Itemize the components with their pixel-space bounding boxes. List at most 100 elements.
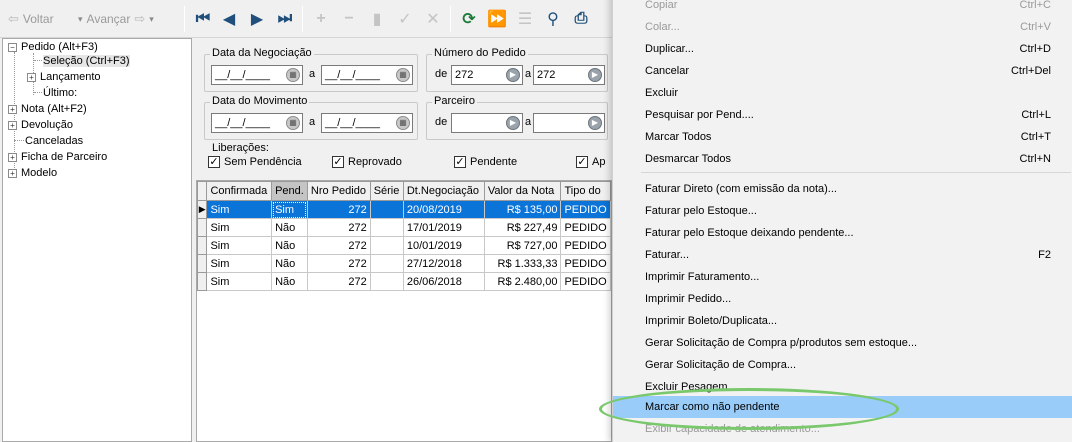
table-cell[interactable]: 272 — [306, 200, 371, 219]
list-icon[interactable]: ☰ — [514, 8, 536, 30]
back-button[interactable]: ⇦ Voltar — [8, 8, 54, 30]
confirm-icon[interactable]: ✓ — [394, 8, 416, 30]
add-icon[interactable]: + — [310, 8, 332, 30]
parceiro-to-input[interactable]: ▶ — [533, 113, 605, 133]
table-cell[interactable]: 10/01/2019 — [402, 236, 485, 255]
table-cell[interactable] — [369, 236, 404, 255]
table-cell[interactable]: 272 — [306, 254, 371, 273]
calendar-icon[interactable]: ▦ — [396, 116, 410, 130]
table-row[interactable]: Sim Não 272 17/01/2019 R$ 227,49 PEDIDO — [197, 218, 611, 237]
table-cell[interactable]: 272 — [306, 218, 371, 237]
table-cell[interactable]: 20/08/2019 — [402, 200, 485, 219]
delete-icon[interactable]: ▮ — [366, 8, 388, 30]
column-header[interactable]: Nro Pedido — [306, 181, 371, 201]
numero-from-input[interactable]: 272 ▶ — [451, 65, 523, 85]
column-header[interactable]: Pend. — [271, 181, 308, 201]
forward-button[interactable]: ▾ Avançar ⇨ ▾ — [78, 8, 154, 30]
menu-item-faturar[interactable]: Faturar... F2 — [613, 244, 1072, 266]
menu-item-marcar-todos[interactable]: Marcar Todos Ctrl+T — [613, 126, 1072, 148]
table-cell[interactable]: Sim — [206, 218, 273, 237]
menu-item-faturar-direto[interactable]: Faturar Direto (com emissão da nota)... — [613, 178, 1072, 200]
checkbox-aprovado[interactable]: ✓ Ap — [576, 155, 605, 169]
menu-item-exibir-capacidade[interactable]: Exibir capacidade de atendimento... — [613, 418, 1072, 440]
tree-item-nota[interactable]: + Nota (Alt+F2) — [8, 101, 87, 117]
table-cell[interactable]: Não — [271, 272, 308, 291]
menu-item-gerar-solicitacao[interactable]: Gerar Solicitação de Compra... — [613, 354, 1072, 376]
expand-icon[interactable]: + — [8, 152, 17, 162]
expand-icon[interactable]: + — [8, 168, 17, 178]
table-cell[interactable]: Sim — [206, 236, 273, 255]
tree-item-devolucao[interactable]: + Devolução — [8, 117, 73, 133]
table-cell[interactable]: Não — [271, 236, 308, 255]
table-row[interactable]: Sim Não 272 27/12/2018 R$ 1.333,33 PEDID… — [197, 254, 611, 273]
next-record-icon[interactable]: ▶ — [246, 8, 268, 30]
lookup-icon[interactable]: ▶ — [588, 68, 602, 82]
tree-item-modelo[interactable]: + Modelo — [8, 165, 57, 181]
expand-icon[interactable]: + — [27, 72, 36, 82]
menu-item-excluir[interactable]: Excluir — [613, 82, 1072, 104]
table-row[interactable]: Sim Não 272 26/06/2018 R$ 2.480,00 PEDID… — [197, 272, 611, 291]
table-cell[interactable]: Sim — [271, 200, 308, 219]
parceiro-from-input[interactable]: ▶ — [451, 113, 523, 133]
lookup-icon[interactable]: ▶ — [506, 68, 520, 82]
refresh-icon[interactable]: ⟳ — [458, 8, 480, 30]
table-cell[interactable]: 272 — [306, 272, 371, 291]
calendar-icon[interactable]: ▦ — [396, 68, 410, 82]
table-cell[interactable]: R$ 135,00 — [483, 200, 562, 219]
table-cell[interactable]: Não — [271, 254, 308, 273]
table-cell[interactable]: R$ 727,00 — [483, 236, 562, 255]
column-header[interactable]: Confirmada — [206, 181, 273, 201]
table-cell[interactable]: Não — [271, 218, 308, 237]
collapse-icon[interactable]: − — [8, 42, 17, 52]
menu-item-marcar-nao-pendente[interactable]: Marcar como não pendente — [613, 396, 1072, 418]
checkbox-box[interactable]: ✓ — [332, 156, 344, 168]
table-cell[interactable]: 26/06/2018 — [402, 272, 485, 291]
checkbox-pendente[interactable]: ✓ Pendente — [454, 155, 517, 169]
menu-item-colar[interactable]: Colar... Ctrl+V — [613, 16, 1072, 38]
tree-item-lancamento[interactable]: + Lançamento — [27, 69, 101, 85]
table-cell[interactable]: Sim — [206, 272, 273, 291]
table-cell[interactable]: R$ 1.333,33 — [483, 254, 562, 273]
checkbox-box[interactable]: ✓ — [454, 156, 466, 168]
tree-item-ultimo[interactable]: Último: — [43, 85, 77, 101]
column-header[interactable]: Valor da Nota — [483, 181, 562, 201]
menu-item-gerar-solicitacao-sem-estoque[interactable]: Gerar Solicitação de Compra p/produtos s… — [613, 332, 1072, 354]
menu-item-imprimir-pedido[interactable]: Imprimir Pedido... — [613, 288, 1072, 310]
search-icon[interactable]: ⚲ — [542, 8, 564, 30]
cancel-icon[interactable]: ✕ — [422, 8, 444, 30]
movimento-from-input[interactable]: __/__/____ ▦ — [211, 113, 303, 133]
table-row[interactable]: Sim Não 272 10/01/2019 R$ 727,00 PEDIDO — [197, 236, 611, 255]
table-cell[interactable] — [369, 218, 404, 237]
expand-icon[interactable]: + — [8, 104, 17, 114]
tree-item-canceladas[interactable]: Canceladas — [25, 133, 83, 149]
checkbox-reprovado[interactable]: ✓ Reprovado — [332, 155, 402, 169]
table-cell[interactable]: PEDIDO — [560, 200, 611, 219]
menu-item-copiar[interactable]: Copiar Ctrl+C — [613, 0, 1072, 16]
table-cell[interactable]: PEDIDO — [560, 236, 611, 255]
movimento-to-input[interactable]: __/__/____ ▦ — [321, 113, 413, 133]
table-cell[interactable] — [369, 200, 404, 219]
expand-icon[interactable]: + — [8, 120, 17, 130]
checkbox-box[interactable]: ✓ — [208, 156, 220, 168]
checkbox-sem-pendencia[interactable]: ✓ Sem Pendência — [208, 155, 302, 169]
column-header[interactable]: Dt.Negociação — [402, 181, 485, 201]
menu-item-imprimir-boleto[interactable]: Imprimir Boleto/Duplicata... — [613, 310, 1072, 332]
menu-item-faturar-estoque[interactable]: Faturar pelo Estoque... — [613, 200, 1072, 222]
menu-item-excluir-pesagem[interactable]: Excluir Pesagem... — [613, 376, 1072, 398]
lookup-icon[interactable]: ▶ — [506, 116, 520, 130]
calendar-icon[interactable]: ▦ — [286, 116, 300, 130]
negociacao-from-input[interactable]: __/__/____ ▦ — [211, 65, 303, 85]
menu-item-desmarcar-todos[interactable]: Desmarcar Todos Ctrl+N — [613, 148, 1072, 170]
menu-item-pesquisar-pend[interactable]: Pesquisar por Pend.... Ctrl+L — [613, 104, 1072, 126]
table-cell[interactable]: PEDIDO — [560, 272, 611, 291]
prev-record-icon[interactable]: ◀ — [218, 8, 240, 30]
first-record-icon[interactable]: ⏮ — [192, 8, 214, 30]
menu-item-cancelar[interactable]: Cancelar Ctrl+Del — [613, 60, 1072, 82]
menu-item-faturar-estoque-pendente[interactable]: Faturar pelo Estoque deixando pendente..… — [613, 222, 1072, 244]
remove-icon[interactable]: − — [338, 8, 360, 30]
last-record-icon[interactable]: ⏭ — [274, 8, 296, 30]
menu-item-duplicar[interactable]: Duplicar... Ctrl+D — [613, 38, 1072, 60]
tree-item-selecao[interactable]: Seleção (Ctrl+F3) — [43, 53, 130, 69]
table-cell[interactable]: R$ 227,49 — [483, 218, 562, 237]
table-cell[interactable]: 27/12/2018 — [402, 254, 485, 273]
